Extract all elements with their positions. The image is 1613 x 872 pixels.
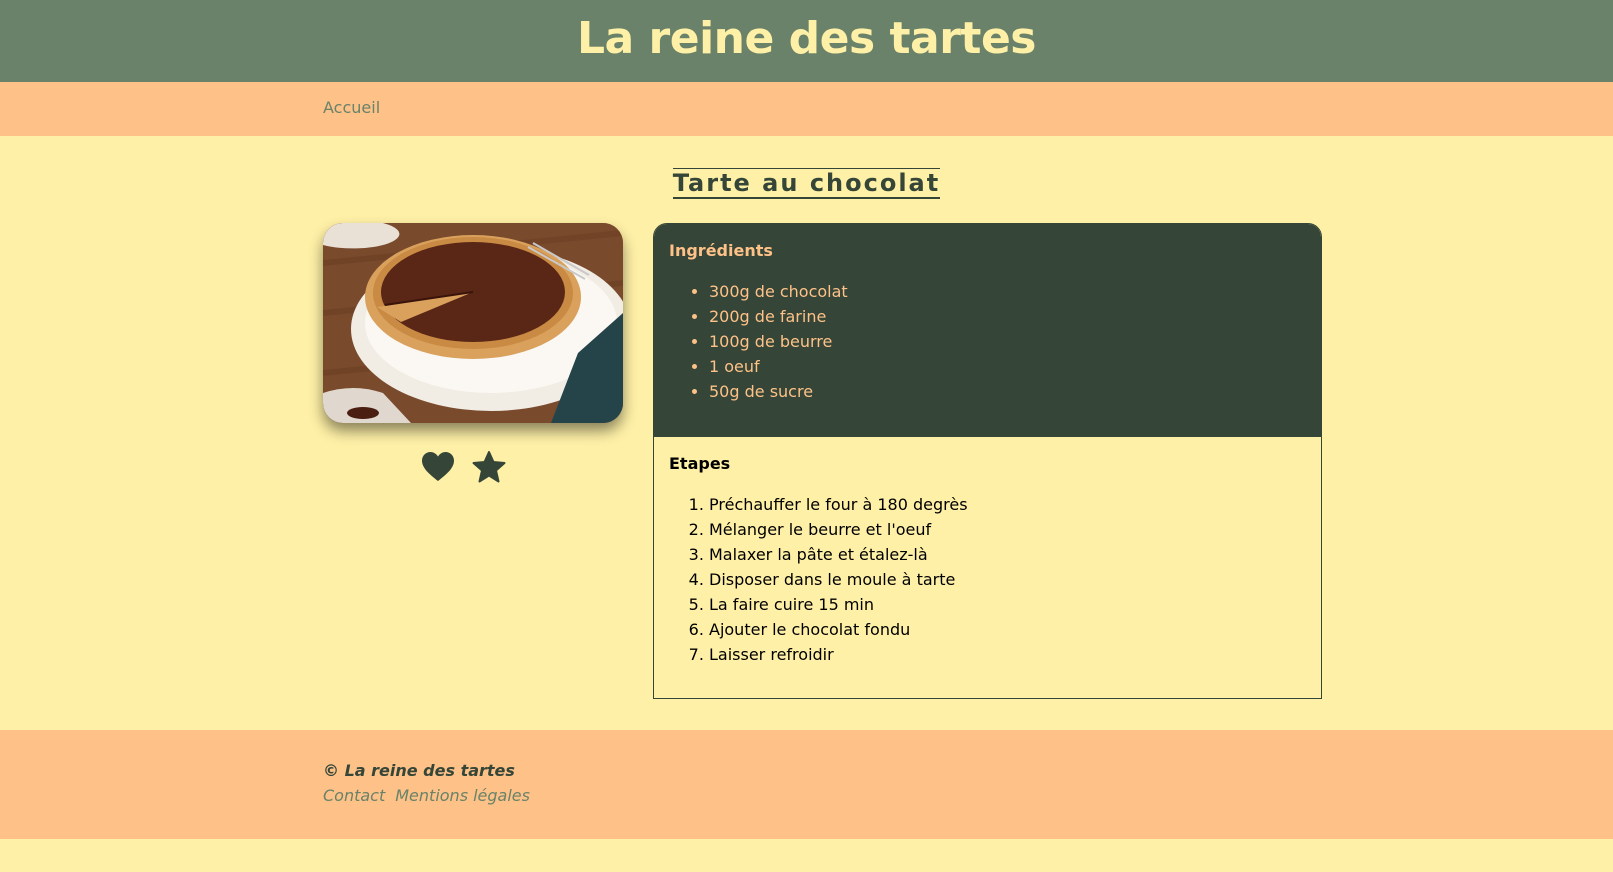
footer-copyright: © La reine des tartes bbox=[323, 761, 515, 780]
ingredient-item: 100g de beurre bbox=[709, 329, 1306, 354]
step-item: Ajouter le chocolat fondu bbox=[709, 617, 1306, 642]
step-item: La faire cuire 15 min bbox=[709, 592, 1306, 617]
star-icon[interactable] bbox=[471, 450, 507, 484]
step-item: Préchauffer le four à 180 degrès bbox=[709, 492, 1306, 517]
heart-icon[interactable] bbox=[420, 450, 456, 484]
footer-link-contact[interactable]: Contact bbox=[323, 786, 385, 805]
steps-heading: Etapes bbox=[669, 454, 731, 473]
ingredients-list: 300g de chocolat 200g de farine 100g de … bbox=[669, 279, 1306, 404]
recipe-photo bbox=[323, 223, 623, 423]
site-title: La reine des tartes bbox=[577, 13, 1037, 64]
step-item: Laisser refroidir bbox=[709, 642, 1306, 667]
ingredient-item: 200g de farine bbox=[709, 304, 1306, 329]
recipe-actions bbox=[420, 450, 507, 484]
ingredient-item: 1 oeuf bbox=[709, 354, 1306, 379]
step-item: Malaxer la pâte et étalez-là bbox=[709, 542, 1306, 567]
ingredients-heading: Ingrédients bbox=[669, 241, 773, 260]
recipe-card: Ingrédients 300g de chocolat 200g de far… bbox=[653, 223, 1322, 699]
nav-bar: Accueil bbox=[0, 82, 1613, 136]
ingredients-section: Ingrédients 300g de chocolat 200g de far… bbox=[654, 224, 1321, 437]
recipe-title: Tarte au chocolat bbox=[672, 168, 941, 199]
ingredient-item: 300g de chocolat bbox=[709, 279, 1306, 304]
step-item: Disposer dans le moule à tarte bbox=[709, 567, 1306, 592]
nav-link-home[interactable]: Accueil bbox=[323, 98, 380, 117]
site-footer: © La reine des tartes Contact Mentions l… bbox=[0, 730, 1613, 839]
chocolate-tart-image bbox=[323, 223, 623, 423]
step-item: Mélanger le beurre et l'oeuf bbox=[709, 517, 1306, 542]
steps-section: Etapes Préchauffer le four à 180 degrès … bbox=[654, 437, 1321, 667]
footer-link-legal[interactable]: Mentions légales bbox=[395, 786, 530, 805]
footer-links: Contact Mentions légales bbox=[323, 786, 530, 805]
ingredient-item: 50g de sucre bbox=[709, 379, 1306, 404]
recipe-title-wrapper: Tarte au chocolat bbox=[0, 168, 1613, 199]
site-header: La reine des tartes bbox=[0, 0, 1613, 82]
steps-list: Préchauffer le four à 180 degrès Mélange… bbox=[669, 492, 1306, 667]
